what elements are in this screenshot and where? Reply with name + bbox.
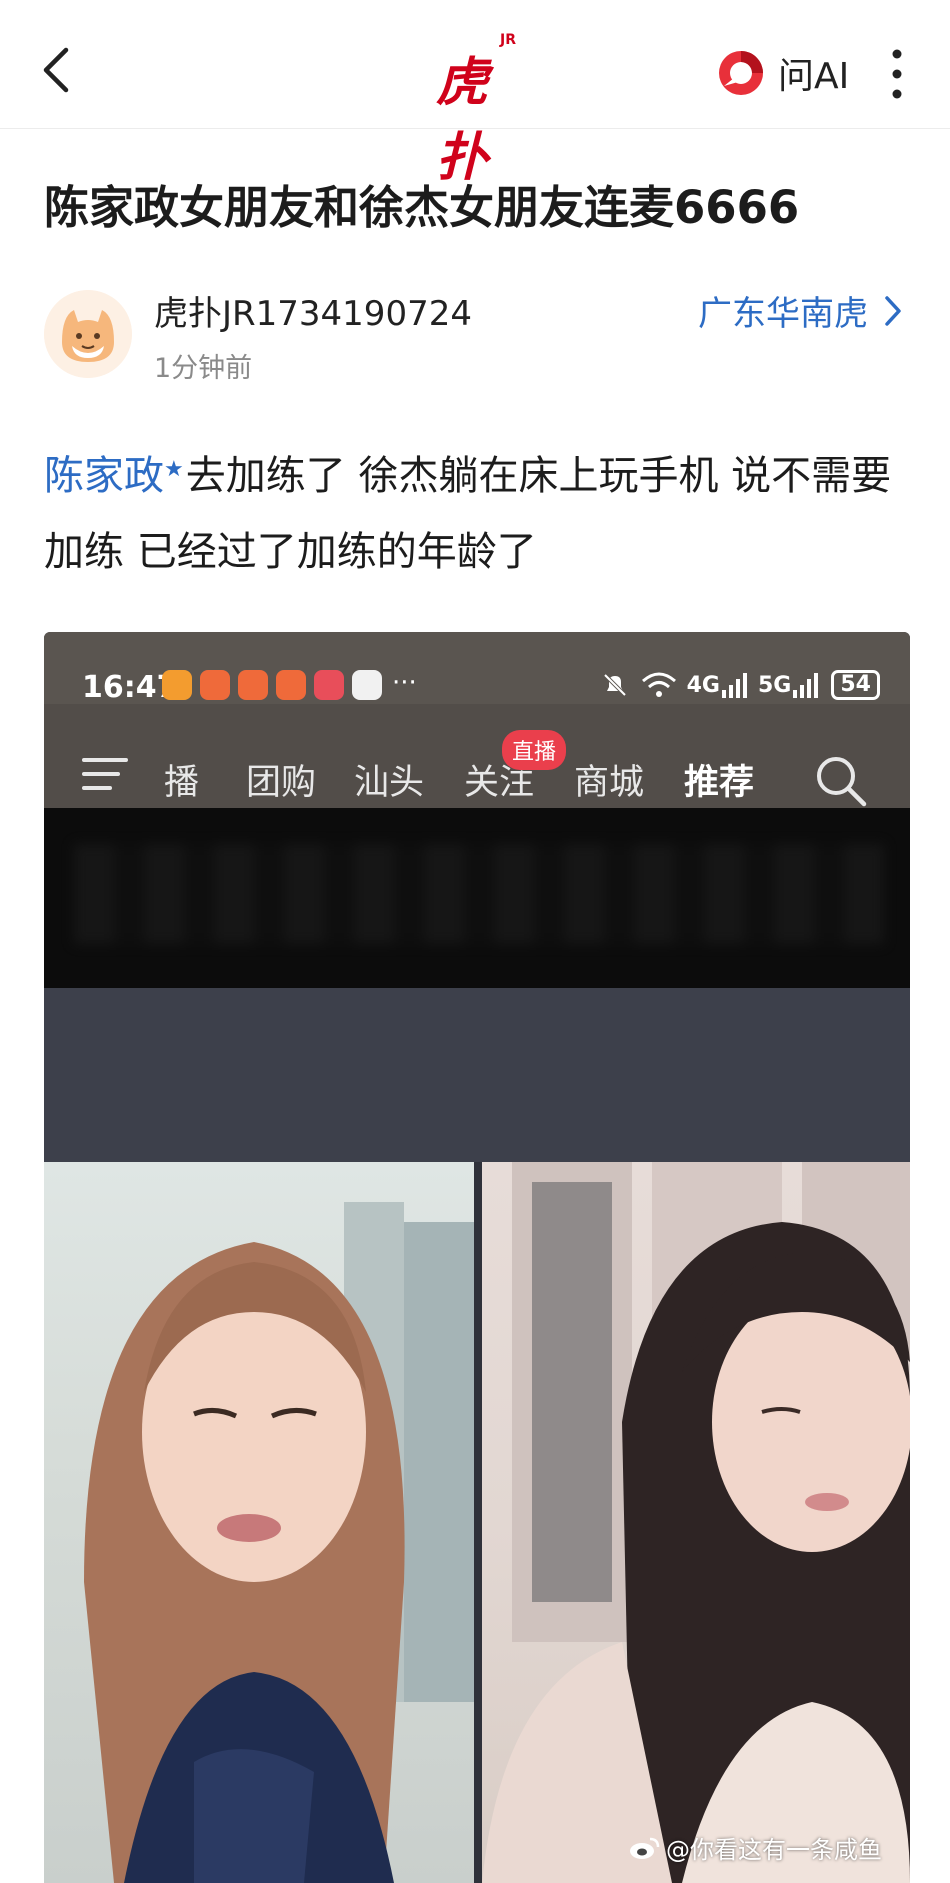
board-label: 广东华南虎 <box>698 294 868 334</box>
author-name[interactable]: 虎扑JR1734190724 <box>154 286 472 335</box>
app-notify-icon <box>314 670 344 700</box>
app-notify-icon <box>162 670 192 700</box>
tab-recommend: 推荐 <box>684 763 755 803</box>
logo-sup: JR <box>500 32 516 48</box>
signal-icon <box>722 673 747 698</box>
status-more: ··· <box>392 668 417 698</box>
tab-live-partial: 播 <box>164 763 200 803</box>
app-notify-icon <box>352 670 382 700</box>
status-right: 4G 5G 54 <box>601 670 880 700</box>
ask-ai-label: 问AI <box>778 56 850 97</box>
app-notify-icon <box>200 670 230 700</box>
blurred-text <box>74 844 884 944</box>
top-app-bar: 虎扑 JR 问AI <box>0 0 950 188</box>
watermark-text: @你看这有一条咸鱼 <box>666 1836 882 1864</box>
network-4g: 4G <box>686 672 720 698</box>
back-arrow-icon[interactable] <box>34 44 78 96</box>
embedded-status-bar: 16:47 ··· 4G 5G 54 <box>44 632 910 705</box>
post-time: 1分钟前 <box>154 353 253 384</box>
tab-groupbuy: 团购 <box>246 763 317 803</box>
signal-icon <box>793 673 819 698</box>
mute-bell-icon <box>603 673 627 697</box>
post-body: 陈家政★去加练了 徐杰躺在床上玩手机 说不需要加练 已经过了加练的年龄了 <box>44 438 914 590</box>
more-options-icon[interactable] <box>882 46 912 102</box>
hupu-logo: 虎扑 JR <box>436 32 516 188</box>
post-image[interactable]: 16:47 ··· 4G 5G 54 播 团购 汕头 关注 直播 商城 推荐 @… <box>44 632 910 1883</box>
tab-shantou: 汕头 <box>354 763 425 803</box>
live-badge: 直播 <box>502 730 567 770</box>
board-link[interactable]: 广东华南虎 <box>698 286 904 335</box>
star-badge-icon: ★ <box>164 457 184 482</box>
video-right-panel <box>482 1162 910 1883</box>
chevron-right-icon <box>885 295 901 326</box>
person-right-image <box>482 1162 910 1883</box>
ask-ai-button[interactable]: 问AI <box>716 48 849 98</box>
avatar-fox-icon <box>44 290 132 378</box>
weibo-icon <box>630 1837 660 1859</box>
post-title: 陈家政女朋友和徐杰女朋友连麦6666 <box>44 181 800 234</box>
person-left-image <box>84 1202 474 1883</box>
search-icon <box>817 757 867 807</box>
wifi-icon <box>641 672 676 697</box>
app-notify-icon <box>238 670 268 700</box>
avatar[interactable] <box>44 290 132 378</box>
network-5g: 5G <box>758 672 792 698</box>
app-notify-icon <box>276 670 306 700</box>
logo-text: 虎扑 <box>436 52 488 188</box>
video-divider <box>474 1162 482 1883</box>
video-top-area <box>44 988 910 1176</box>
menu-icon <box>82 758 128 790</box>
battery-level: 54 <box>831 670 880 700</box>
video-left-panel <box>44 1162 474 1883</box>
tab-mall: 商城 <box>574 763 645 803</box>
ask-ai-icon <box>719 51 763 95</box>
weibo-watermark: @你看这有一条咸鱼 <box>628 1830 882 1865</box>
mention-link[interactable]: 陈家政 <box>44 453 164 499</box>
